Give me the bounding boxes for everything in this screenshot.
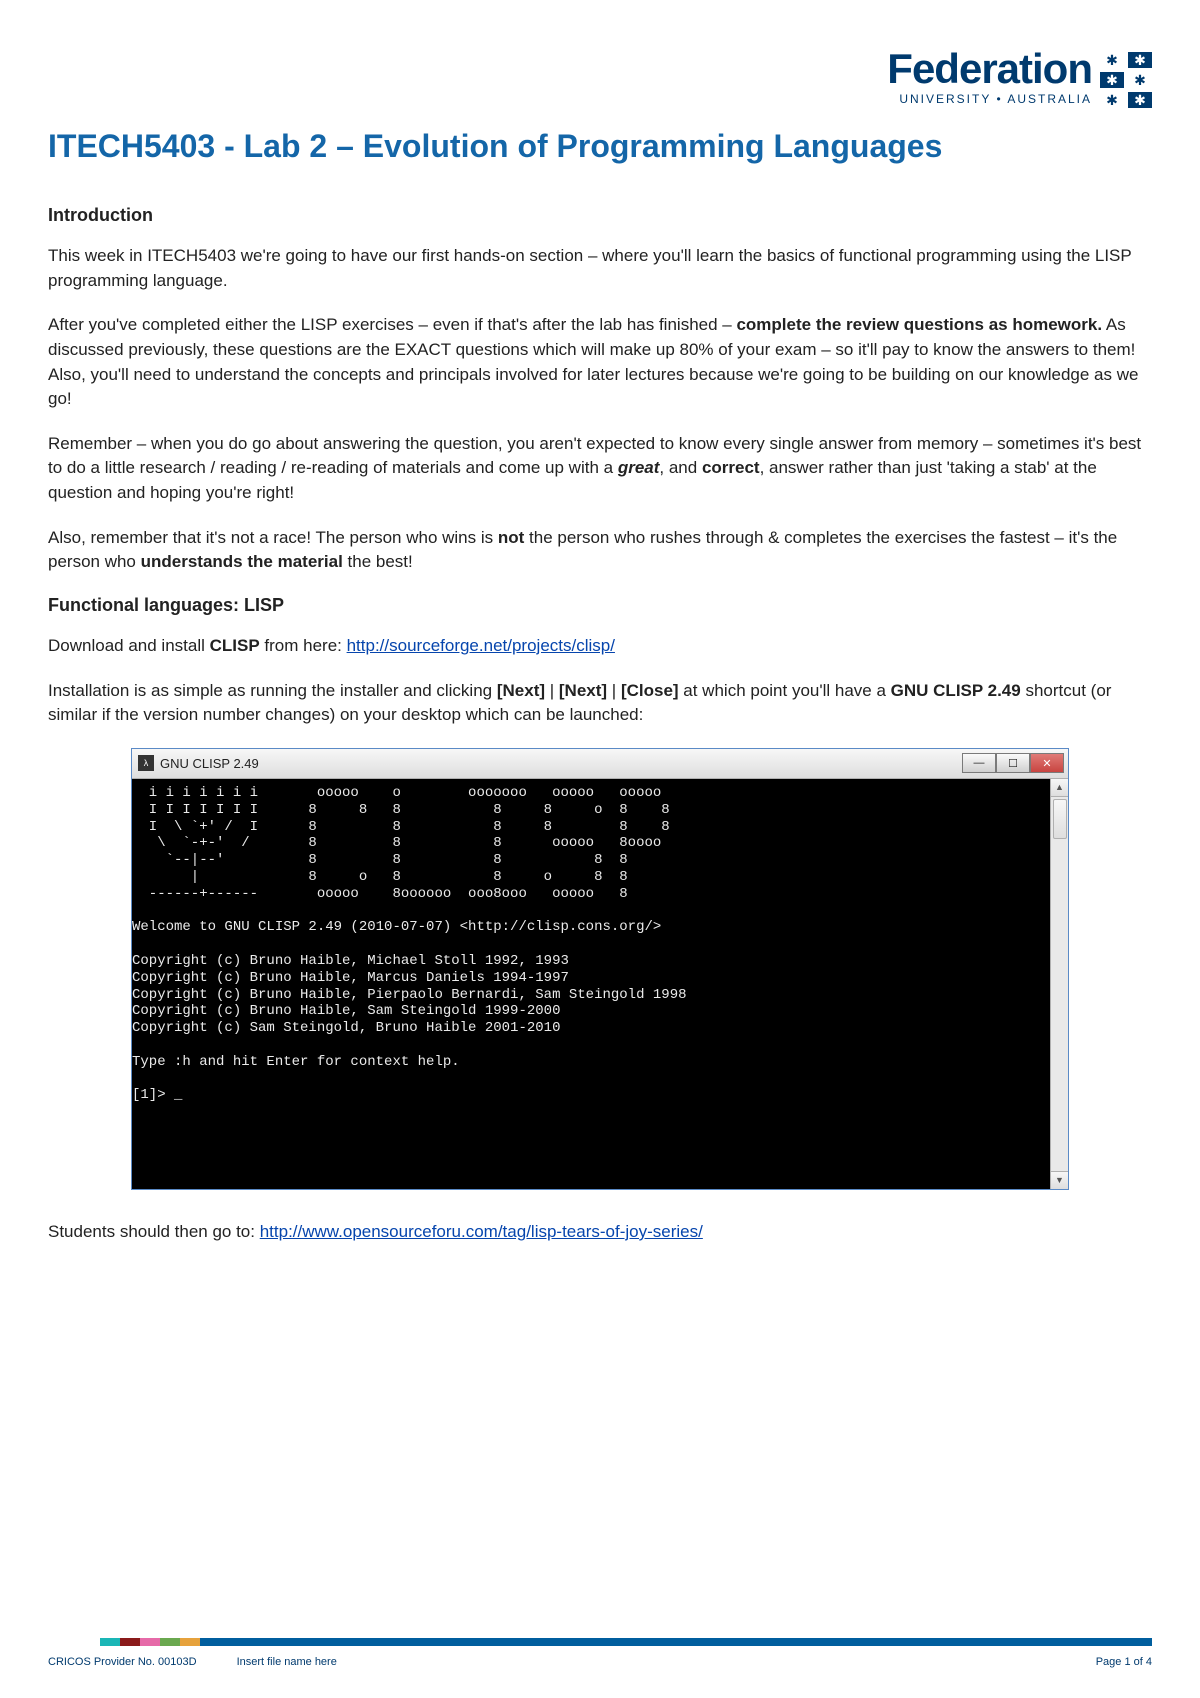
intro-paragraph-4: Also, remember that it's not a race! The… bbox=[48, 526, 1152, 575]
lisp-series-link[interactable]: http://www.opensourceforu.com/tag/lisp-t… bbox=[260, 1222, 703, 1241]
close-button[interactable]: ✕ bbox=[1030, 753, 1064, 773]
terminal-output[interactable]: i i i i i i i ooooo o ooooooo ooooo oooo… bbox=[132, 779, 1050, 1189]
functional-heading: Functional languages: LISP bbox=[48, 595, 1152, 616]
intro-paragraph-1: This week in ITECH5403 we're going to ha… bbox=[48, 244, 1152, 293]
header-logo-area: Federation UNIVERSITY • AUSTRALIA ✱ ✱ ✱ … bbox=[48, 48, 1152, 108]
app-icon: λ bbox=[138, 755, 154, 771]
students-link-paragraph: Students should then go to: http://www.o… bbox=[48, 1220, 1152, 1245]
intro-paragraph-3: Remember – when you do go about answerin… bbox=[48, 432, 1152, 506]
download-paragraph: Download and install CLISP from here: ht… bbox=[48, 634, 1152, 659]
logo-flag-icon: ✱ ✱ ✱ ✱ ✱ ✱ bbox=[1100, 52, 1152, 108]
intro-heading: Introduction bbox=[48, 205, 1152, 226]
scroll-down-arrow-icon[interactable]: ▼ bbox=[1051, 1171, 1068, 1189]
footer-stripe bbox=[48, 1638, 1152, 1646]
minimize-button[interactable]: — bbox=[962, 753, 996, 773]
page-title: ITECH5403 - Lab 2 – Evolution of Program… bbox=[48, 128, 1152, 165]
page-footer: CRICOS Provider No. 00103D Insert file n… bbox=[0, 1638, 1200, 1698]
maximize-button[interactable]: ☐ bbox=[996, 753, 1030, 773]
clisp-download-link[interactable]: http://sourceforge.net/projects/clisp/ bbox=[347, 636, 615, 655]
filename-placeholder: Insert file name here bbox=[237, 1656, 337, 1668]
logo-main-text: Federation bbox=[887, 48, 1092, 90]
scroll-thumb[interactable] bbox=[1053, 799, 1067, 839]
vertical-scrollbar[interactable]: ▲ ▼ bbox=[1050, 779, 1068, 1189]
install-paragraph: Installation is as simple as running the… bbox=[48, 679, 1152, 728]
window-title: GNU CLISP 2.49 bbox=[160, 756, 962, 771]
clisp-terminal-window: λ GNU CLISP 2.49 — ☐ ✕ i i i i i i i ooo… bbox=[131, 748, 1069, 1190]
logo-sub-text: UNIVERSITY • AUSTRALIA bbox=[887, 92, 1092, 106]
window-titlebar[interactable]: λ GNU CLISP 2.49 — ☐ ✕ bbox=[132, 749, 1068, 779]
federation-logo: Federation UNIVERSITY • AUSTRALIA ✱ ✱ ✱ … bbox=[887, 48, 1152, 108]
intro-paragraph-2: After you've completed either the LISP e… bbox=[48, 313, 1152, 412]
cricos-text: CRICOS Provider No. 00103D bbox=[48, 1656, 197, 1668]
page-number: Page 1 of 4 bbox=[1096, 1656, 1152, 1668]
scroll-up-arrow-icon[interactable]: ▲ bbox=[1051, 779, 1068, 797]
